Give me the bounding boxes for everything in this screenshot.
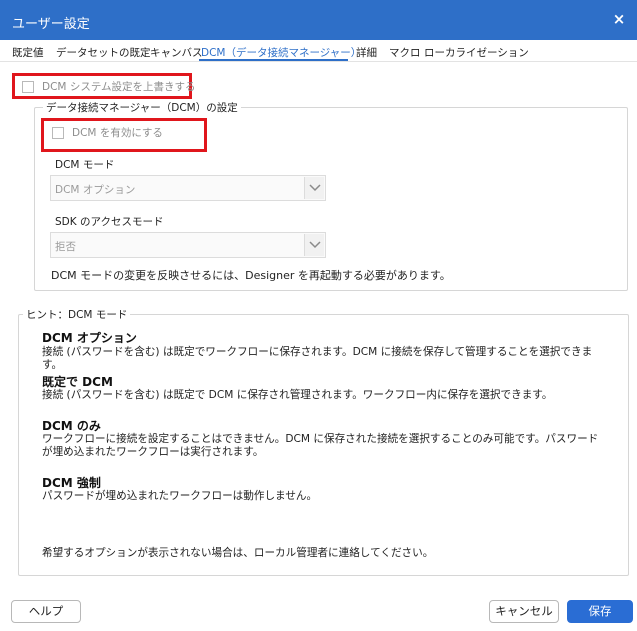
title-bar: ユーザー設定 × <box>0 0 637 40</box>
hint-text-dcm-only: ワークフローに接続を設定することはできません。DCM に保存された接続を選択する… <box>42 433 599 458</box>
hint-title-dcm-optional: DCM オプション <box>42 331 137 345</box>
enable-dcm-label: DCM を有効にする <box>72 127 163 139</box>
checkbox-box[interactable] <box>22 80 34 93</box>
dcm-mode-select[interactable]: DCM オプション <box>50 175 326 201</box>
sdk-mode-label: SDK のアクセスモード <box>55 216 164 228</box>
chevron-down-icon[interactable] <box>304 177 324 199</box>
override-dcm-label: DCM システム設定を上書きする <box>42 81 196 93</box>
window-title: ユーザー設定 <box>12 17 90 32</box>
hint-text-dcm-forced: パスワードが埋め込まれたワークフローは動作しません。 <box>42 490 318 502</box>
override-dcm-checkbox[interactable]: DCM システム設定を上書きする <box>22 79 196 94</box>
tab-localization[interactable]: ローカライゼーション <box>424 45 529 60</box>
tab-dataset-defaults[interactable]: データセットの既定 <box>56 45 151 60</box>
hint-text-dcm-default: 接続 (パスワードを含む) は既定で DCM に保存され管理されます。ワークフロ… <box>42 389 553 401</box>
help-button[interactable]: ヘルプ <box>11 600 81 623</box>
tab-defaults[interactable]: 既定値 <box>12 45 44 60</box>
sdk-mode-select[interactable]: 拒否 <box>50 232 326 258</box>
tab-canvas[interactable]: キャンバス <box>150 45 203 60</box>
dcm-mode-value: DCM オプション <box>55 184 136 196</box>
sdk-mode-value: 拒否 <box>55 241 76 253</box>
hint-title-dcm-forced: DCM 強制 <box>42 476 101 490</box>
restart-note: DCM モードの変更を反映させるには、Designer を再起動する必要がありま… <box>51 269 451 282</box>
active-tab-indicator <box>199 59 348 61</box>
enable-dcm-checkbox[interactable]: DCM を有効にする <box>52 125 163 140</box>
checkbox-box[interactable] <box>52 126 64 139</box>
hint-title-dcm-default: 既定で DCM <box>42 375 113 389</box>
hint-legend: ヒント：DCM モード <box>23 307 131 322</box>
dcm-mode-label: DCM モード <box>55 159 115 171</box>
hint-title-dcm-only: DCM のみ <box>42 419 101 433</box>
save-button[interactable]: 保存 <box>567 600 633 623</box>
close-button[interactable]: × <box>609 9 629 29</box>
chevron-down-icon[interactable] <box>304 234 324 256</box>
tab-macros[interactable]: マクロ <box>389 45 421 60</box>
hint-footer: 希望するオプションが表示されない場合は、ローカル管理者に連絡してください。 <box>42 547 434 559</box>
tab-dcm[interactable]: DCM（データ接続マネージャー） <box>201 45 361 60</box>
hint-text-dcm-optional: 接続 (パスワードを含む) は既定でワークフローに保存されます。DCM に接続を… <box>42 346 593 371</box>
cancel-button[interactable]: キャンセル <box>489 600 559 623</box>
tab-advanced[interactable]: 詳細 <box>356 45 377 60</box>
dcm-settings-legend: データ接続マネージャー（DCM）の設定 <box>43 100 241 115</box>
